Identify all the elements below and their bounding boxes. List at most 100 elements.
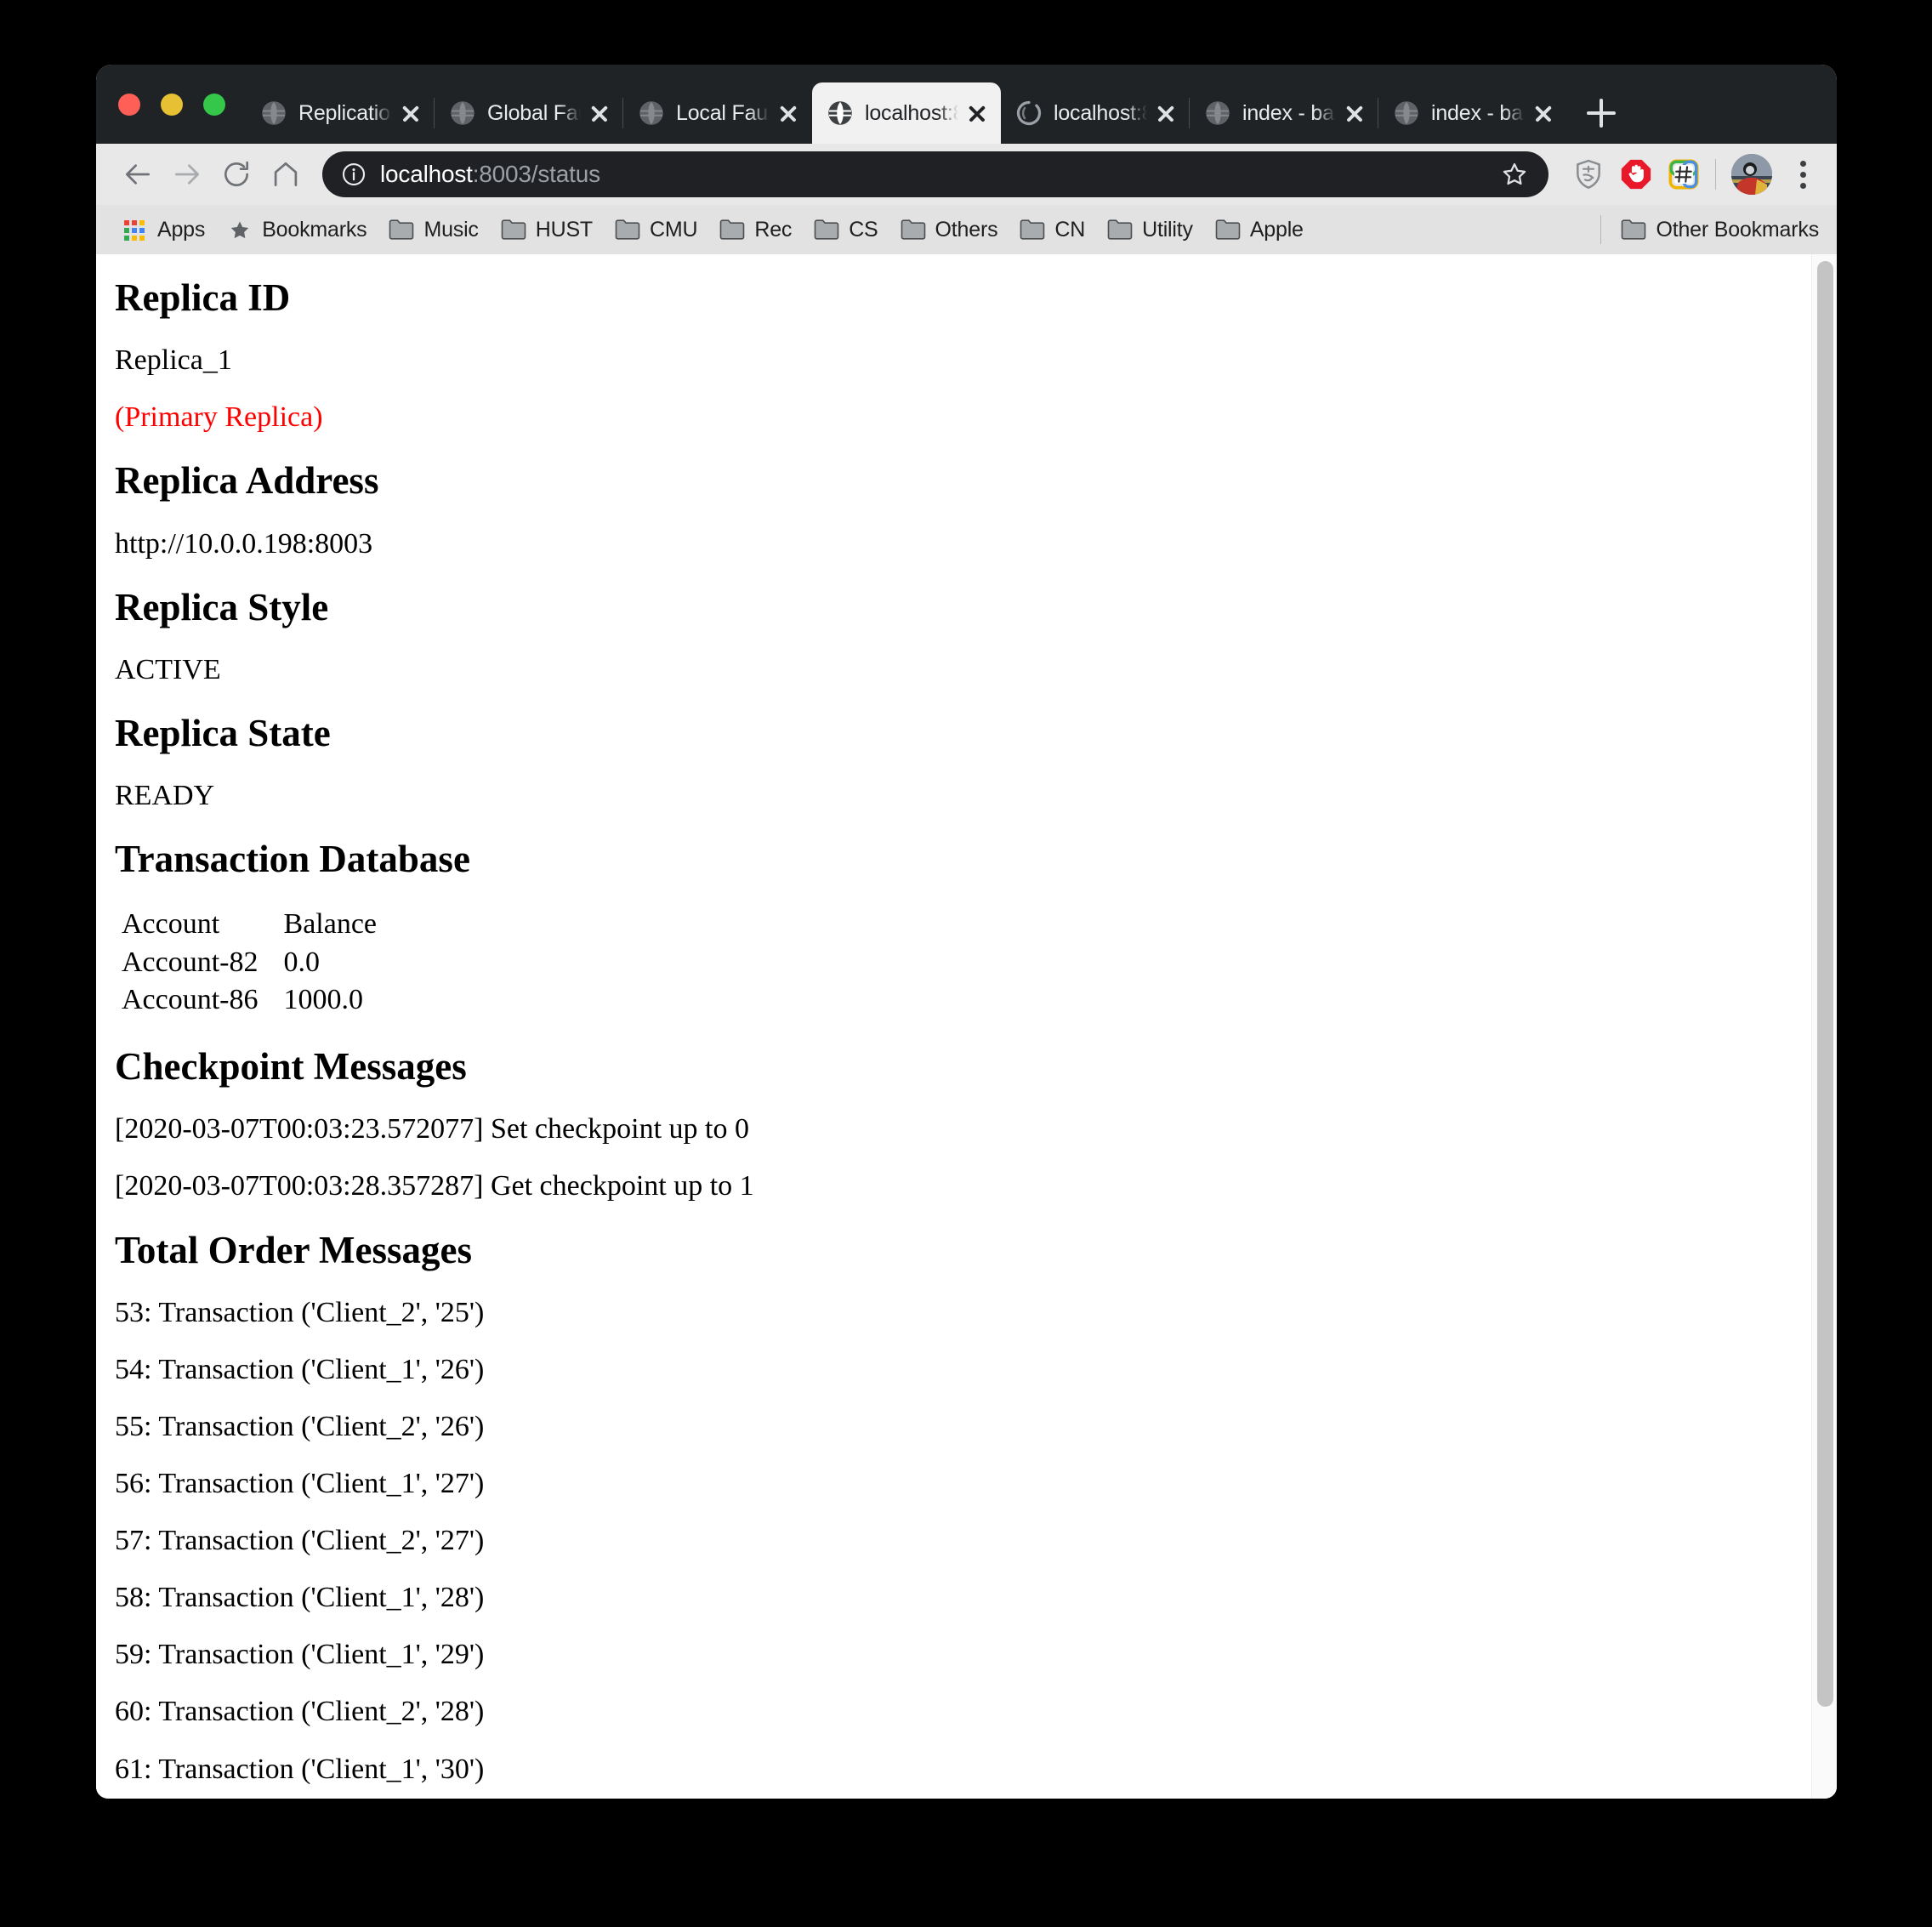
cell-account: Account-82: [122, 946, 259, 978]
bookmark-label: Bookmarks: [262, 217, 367, 242]
arrow-left-icon: [125, 164, 151, 185]
browser-window: Replication Global Fault Local Fault: [96, 65, 1837, 1799]
checkpoint-message: [2020-03-07T00:03:28.357287] Get checkpo…: [115, 1170, 754, 1202]
new-tab-button[interactable]: [1572, 82, 1632, 144]
bookmark-folder-cn[interactable]: CN: [1009, 214, 1096, 246]
bookmark-label: Other Bookmarks: [1656, 217, 1819, 242]
maximize-window-button[interactable]: [203, 93, 225, 116]
tab-title: index - bank: [1242, 100, 1336, 125]
close-icon[interactable]: [399, 101, 423, 125]
bookmark-label: HUST: [535, 217, 593, 242]
home-button[interactable]: [261, 150, 310, 199]
bookmark-label: Apps: [157, 217, 206, 242]
hash-note-icon[interactable]: [1664, 155, 1703, 194]
folder-icon: [389, 219, 414, 241]
close-icon[interactable]: [1531, 101, 1555, 125]
tab-title: Local Fault: [676, 100, 770, 125]
total-order-message: 54: Transaction ('Client_1', '26'): [115, 1353, 485, 1385]
bookmark-label: Utility: [1142, 217, 1193, 242]
folder-icon: [615, 219, 640, 241]
bookmark-other-bookmarks[interactable]: Other Bookmarks: [1610, 214, 1830, 246]
bookmarks-bar: Apps Bookmarks Music HUST CMU Rec CS Oth…: [96, 205, 1837, 254]
back-button[interactable]: [113, 150, 162, 199]
scrollbar-thumb[interactable]: [1817, 261, 1833, 1707]
chrome-menu-button[interactable]: [1784, 154, 1821, 195]
bookmark-apps[interactable]: Apps: [111, 214, 216, 246]
cell-balance: 0.0: [283, 946, 321, 978]
bookmark-folder-music[interactable]: Music: [378, 214, 489, 246]
loading-spinner-icon: [1016, 100, 1042, 126]
tab-title: Replication: [298, 100, 392, 125]
browser-tab-4-active[interactable]: localhost:8: [812, 82, 1001, 144]
close-icon[interactable]: [776, 101, 800, 125]
address-bar[interactable]: localhost:8003/status: [322, 151, 1548, 197]
tab-title: localhost:8: [865, 100, 958, 125]
replica-id-value: Replica_1: [115, 344, 232, 377]
bookmark-label: CMU: [650, 217, 698, 242]
bookmark-folder-utility[interactable]: Utility: [1096, 214, 1204, 246]
table-row: Account-86 1000.0: [115, 981, 395, 1020]
total-order-message: 58: Transaction ('Client_1', '28'): [115, 1582, 485, 1614]
bookmark-folder-apple[interactable]: Apple: [1204, 214, 1315, 246]
tab-strip: Replication Global Fault Local Fault: [96, 65, 1837, 144]
total-order-message: 59: Transaction ('Client_1', '29'): [115, 1639, 485, 1671]
primary-replica-note: (Primary Replica): [115, 401, 323, 434]
folder-icon: [1215, 219, 1241, 241]
tab-title: index - bank: [1431, 100, 1525, 125]
browser-tab-1[interactable]: Replication: [246, 82, 435, 144]
replica-state-heading: Replica State: [115, 712, 331, 755]
folder-icon: [1621, 219, 1646, 241]
globe-icon: [450, 100, 475, 126]
close-icon[interactable]: [1343, 101, 1367, 125]
column-header-balance: Balance: [283, 907, 378, 940]
toolbar-divider: [1715, 159, 1716, 190]
avatar[interactable]: [1731, 154, 1772, 195]
window-traffic-lights: [96, 65, 246, 144]
menu-dot: [1799, 171, 1806, 178]
bookmark-folder-cmu[interactable]: CMU: [604, 214, 708, 246]
adblock-stop-hand-icon[interactable]: [1617, 155, 1656, 194]
replica-id-heading: Replica ID: [115, 276, 291, 319]
replica-state-value: READY: [115, 780, 215, 812]
globe-icon: [827, 100, 853, 126]
bookmark-bookmarks[interactable]: Bookmarks: [216, 214, 378, 246]
total-order-message: 60: Transaction ('Client_2', '28'): [115, 1696, 485, 1728]
folder-icon: [1107, 219, 1133, 241]
browser-tab-5[interactable]: localhost:8: [1001, 82, 1190, 144]
table-row: Account-82 0.0: [115, 944, 395, 982]
bookmark-label: CN: [1054, 217, 1086, 242]
close-icon[interactable]: [1154, 101, 1178, 125]
transaction-database-table: Account Balance Account-82 0.0 Account-8…: [115, 906, 395, 1020]
info-circle-icon[interactable]: [341, 162, 367, 187]
browser-tab-6[interactable]: index - bank: [1189, 82, 1378, 144]
folder-icon: [1020, 219, 1045, 241]
vertical-scrollbar[interactable]: [1811, 254, 1837, 1799]
bookmark-folder-rec[interactable]: Rec: [708, 214, 803, 246]
arrow-right-icon: [174, 164, 200, 185]
bookmark-folder-others[interactable]: Others: [889, 214, 1009, 246]
tab-title: localhost:8: [1054, 100, 1147, 125]
cell-balance: 1000.0: [283, 984, 364, 1016]
browser-toolbar: localhost:8003/status: [96, 144, 1837, 205]
replica-address-value: http://10.0.0.198:8003: [115, 527, 373, 560]
bookmarks-divider: [1600, 215, 1602, 244]
column-header-account: Account: [122, 907, 220, 940]
forward-button[interactable]: [162, 150, 212, 199]
bookmark-folder-hust[interactable]: HUST: [490, 214, 604, 246]
minimize-window-button[interactable]: [161, 93, 183, 116]
bookmark-folder-cs[interactable]: CS: [803, 214, 889, 246]
browser-tab-7[interactable]: index - bank: [1378, 82, 1567, 144]
close-icon[interactable]: [965, 101, 989, 125]
browser-tab-3[interactable]: Local Fault: [622, 82, 812, 144]
close-icon[interactable]: [588, 101, 611, 125]
bookmark-star-icon[interactable]: [1496, 156, 1533, 193]
globe-icon: [261, 100, 287, 126]
tab-title: Global Fault: [487, 100, 581, 125]
replica-address-heading: Replica Address: [115, 459, 379, 503]
globe-icon: [639, 100, 664, 126]
browser-tab-2[interactable]: Global Fault: [434, 82, 623, 144]
reload-button[interactable]: [212, 150, 261, 199]
close-window-button[interactable]: [118, 93, 140, 116]
replica-style-heading: Replica Style: [115, 585, 329, 628]
alipay-shield-icon[interactable]: [1569, 155, 1608, 194]
